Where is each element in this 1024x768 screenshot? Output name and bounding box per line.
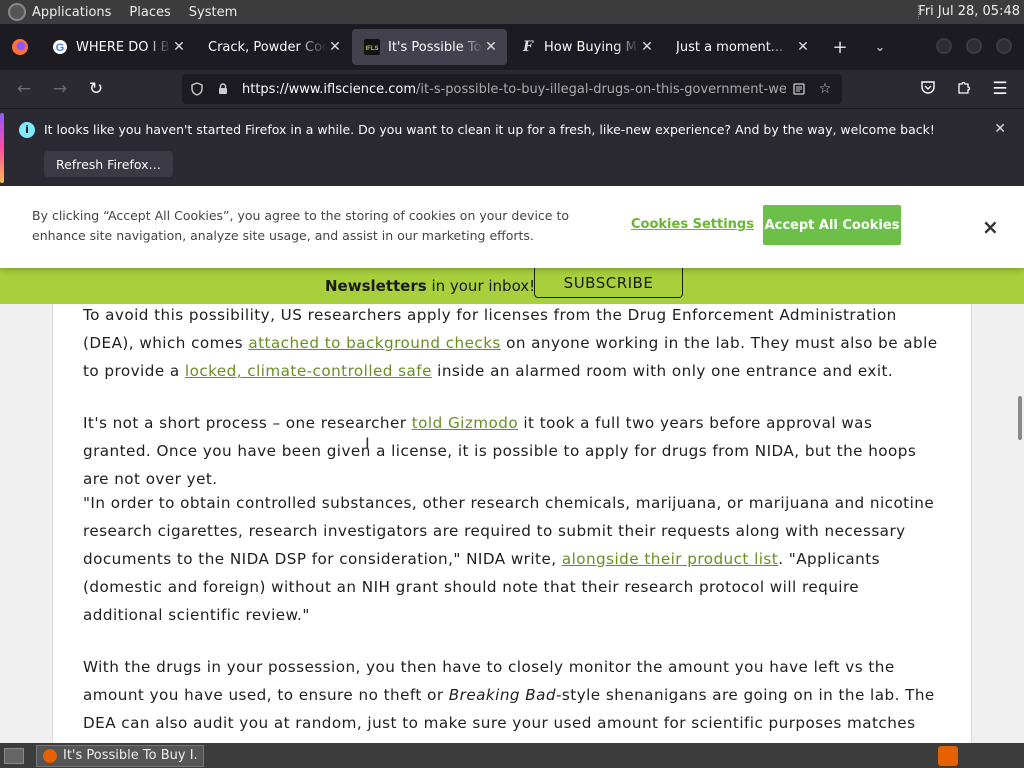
list-all-tabs-button[interactable]: ⌄ [860, 29, 900, 65]
google-favicon-icon: G [52, 39, 68, 55]
maximize-button[interactable] [966, 38, 982, 54]
window-controls [936, 38, 1012, 54]
tab-title: Just a moment... [676, 39, 784, 55]
pocket-button[interactable] [910, 73, 946, 105]
info-icon: i [19, 122, 35, 138]
back-button[interactable]: ← [6, 73, 42, 105]
hamburger-icon: ☰ [992, 79, 1008, 99]
text-cursor-icon: I [365, 434, 370, 453]
firefox-icon [12, 39, 28, 55]
bookmark-star-icon[interactable]: ☆ [812, 76, 838, 102]
firefox-icon [43, 748, 57, 763]
accept-all-cookies-button[interactable]: Accept All Cookies [763, 205, 901, 245]
page-scrollbar[interactable] [1018, 396, 1022, 440]
taskbar-window-firefox[interactable]: It's Possible To Buy I... [36, 744, 204, 767]
tab-close-icon[interactable]: ✕ [795, 39, 811, 55]
plus-icon: + [832, 36, 848, 58]
f-favicon-icon: F [523, 39, 533, 55]
arrow-right-icon: → [52, 79, 68, 99]
tab-close-icon[interactable]: ✕ [171, 39, 187, 55]
shield-icon[interactable] [184, 76, 210, 102]
lock-icon[interactable] [210, 76, 236, 102]
puzzle-icon [956, 79, 972, 100]
menu-places[interactable]: Places [129, 5, 170, 20]
tab-title: WHERE DO I BUY [76, 39, 171, 55]
tab-crack-powder-cocaine[interactable]: Crack, Powder Cocaine ✕ [196, 29, 351, 65]
app-menu-button[interactable]: ☰ [982, 73, 1018, 105]
article-paragraph-1: To avoid this possibility, US researcher… [83, 306, 938, 380]
link-told-gizmodo[interactable]: told Gizmodo [412, 414, 518, 432]
notification-close-icon[interactable]: ✕ [994, 121, 1006, 137]
arrow-left-icon: ← [16, 79, 32, 99]
web-page: To avoid this possibility, US researcher… [0, 186, 1024, 743]
article-paragraph-4: With the drugs in your possession, you t… [83, 658, 935, 743]
bottom-taskbar: It's Possible To Buy I... [0, 743, 1024, 768]
tab-just-a-moment[interactable]: Just a moment... ✕ [664, 29, 819, 65]
tab-how-buying-my[interactable]: F How Buying My ✕ [508, 29, 663, 65]
new-tab-button[interactable]: + [820, 29, 860, 65]
reload-button[interactable]: ↻ [78, 73, 114, 105]
cookie-banner: By clicking “Accept All Cookies”, you ag… [0, 186, 1024, 268]
extensions-button[interactable] [946, 73, 982, 105]
close-window-button[interactable] [996, 38, 1012, 54]
refresh-firefox-button[interactable]: Refresh Firefox… [44, 151, 174, 177]
link-product-list[interactable]: alongside their product list [562, 550, 778, 568]
tab-strip: G WHERE DO I BUY ✕ Crack, Powder Cocaine… [0, 24, 1024, 70]
clock[interactable]: Fri Jul 28, 05:48 [918, 4, 1020, 19]
firefox-view-button[interactable] [0, 38, 40, 56]
taskbar-window-title: It's Possible To Buy I... [63, 748, 197, 763]
tab-its-possible-to-buy[interactable]: IFLS It's Possible To Buy Illegal Drugs … [352, 29, 507, 65]
minimize-button[interactable] [936, 38, 952, 54]
pocket-icon [920, 79, 936, 100]
notification-bar: i It looks like you haven't started Fire… [0, 108, 1024, 186]
menu-applications[interactable]: Applications [32, 5, 111, 20]
url-bar[interactable]: https://www.iflscience.com/it-s-possible… [182, 74, 842, 104]
toolbar-right: ☰ [910, 73, 1018, 105]
top-panel: Applications Places System Fri Jul 28, 0… [0, 0, 1024, 24]
reload-icon: ↻ [88, 79, 104, 99]
link-background-checks[interactable]: attached to background checks [248, 334, 500, 352]
tab-close-icon[interactable]: ✕ [483, 39, 499, 55]
tab-close-icon[interactable]: ✕ [639, 39, 655, 55]
reader-view-icon[interactable] [786, 76, 812, 102]
cookie-banner-text: By clicking “Accept All Cookies”, you ag… [32, 208, 569, 243]
subscribe-button[interactable]: SUBSCRIBE [534, 268, 683, 298]
chevron-down-icon: ⌄ [874, 39, 886, 55]
url-text[interactable]: https://www.iflscience.com/it-s-possible… [242, 82, 786, 97]
article-paragraph-2: It's not a short process – one researche… [83, 414, 917, 488]
distro-logo-icon[interactable] [8, 3, 26, 21]
cookie-close-icon[interactable]: × [982, 215, 999, 239]
tab-close-icon[interactable]: ✕ [327, 39, 343, 55]
notification-message: It looks like you haven't started Firefo… [44, 122, 935, 137]
tab-where-do-i-buy[interactable]: G WHERE DO I BUY ✕ [40, 29, 195, 65]
tab-title: Crack, Powder Cocaine [208, 39, 327, 55]
newsletter-text: Newsletters in your inbox! [325, 277, 536, 295]
forward-button[interactable]: → [42, 73, 78, 105]
menu-system[interactable]: System [189, 5, 237, 20]
navigation-bar: ← → ↻ https://www.iflscience.com/it-s-po… [0, 70, 1024, 108]
svg-text:G: G [56, 42, 65, 54]
ifls-favicon-icon: IFLS [364, 39, 380, 55]
notification-accent [0, 113, 4, 183]
tab-title: How Buying My [544, 39, 639, 55]
tab-title: It's Possible To Buy Illegal Drugs [388, 39, 483, 55]
show-desktop-button[interactable] [4, 747, 24, 764]
article-paragraph-3: "In order to obtain controlled substance… [83, 494, 935, 624]
link-locked-safe[interactable]: locked, climate-controlled safe [185, 362, 432, 380]
svg-text:IFLS: IFLS [366, 46, 379, 52]
tray-firefox-icon[interactable] [938, 746, 958, 766]
cookies-settings-link[interactable]: Cookies Settings [631, 217, 754, 232]
newsletter-bar: Newsletters in your inbox! SUBSCRIBE [0, 268, 1024, 304]
